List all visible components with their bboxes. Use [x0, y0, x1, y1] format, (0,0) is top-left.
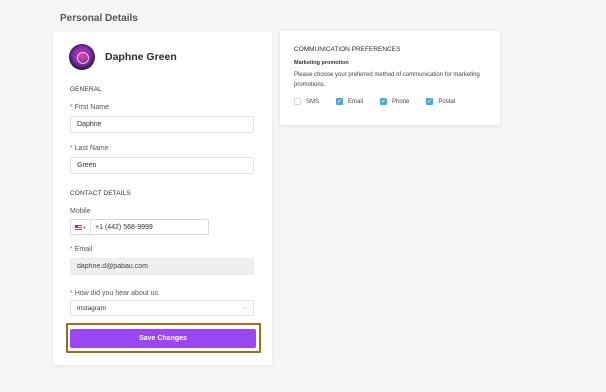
option-email[interactable]: ✓ Email	[336, 98, 363, 105]
communication-options: SMS ✓ Email ✓ Phone ✓ Postal	[294, 98, 472, 105]
avatar[interactable]	[69, 44, 95, 70]
referral-value: Instagram	[77, 304, 106, 312]
checkbox-postal[interactable]: ✓	[426, 98, 434, 105]
mobile-value[interactable]: +1 (442) 568-9999	[91, 224, 153, 231]
country-selector[interactable]: ▼	[71, 220, 91, 234]
save-changes-button[interactable]: Save Changes	[70, 329, 256, 348]
referral-select[interactable]: Instagram ⌵	[70, 300, 254, 316]
required-marker: *	[70, 145, 73, 152]
first-name-label: * First Name	[70, 104, 109, 111]
option-postal[interactable]: ✓ Postal	[426, 98, 455, 105]
profile-name: Daphne Green	[105, 51, 177, 63]
general-heading: GENERAL	[70, 86, 102, 93]
personal-details-card: Daphne Green GENERAL *First Name *Last N…	[53, 32, 272, 365]
checkbox-email[interactable]: ✓	[336, 98, 344, 105]
checkbox-sms[interactable]	[294, 98, 301, 105]
page-title: Personal Details	[60, 13, 138, 24]
option-phone[interactable]: ✓ Phone	[380, 98, 409, 105]
communication-description: Please choose your preferred method of c…	[294, 72, 480, 88]
option-label: Email	[348, 98, 364, 105]
first-name-input[interactable]	[70, 116, 254, 133]
contact-details-heading: CONTACT DETAILS	[70, 190, 131, 197]
email-label: * Email	[70, 246, 93, 253]
required-marker: *	[70, 290, 73, 297]
required-marker: *	[70, 104, 73, 111]
marketing-promotion-subtitle: Marketing promotion	[294, 60, 349, 66]
communication-preferences-card: COMMUNICATION PREFERENCES Marketing prom…	[280, 31, 500, 125]
referral-label: * How did you hear about us	[70, 290, 159, 297]
chevron-down-icon: ⌵	[242, 304, 247, 311]
required-marker: *	[70, 246, 73, 253]
last-name-input[interactable]	[70, 157, 254, 174]
checkbox-phone[interactable]: ✓	[380, 98, 388, 105]
profile-header: Daphne Green	[69, 44, 177, 70]
last-name-label: * Last Name	[70, 145, 109, 152]
mobile-label: Mobile	[70, 208, 91, 215]
mobile-field[interactable]: ▼ +1 (442) 568-9999	[70, 219, 209, 235]
option-label: Postal	[438, 98, 456, 105]
communication-preferences-title: COMMUNICATION PREFERENCES	[294, 46, 401, 53]
email-input[interactable]	[70, 258, 254, 275]
option-label: Phone	[392, 98, 410, 105]
option-sms[interactable]: SMS	[294, 98, 319, 105]
option-label: SMS	[306, 98, 320, 105]
chevron-down-icon: ▼	[82, 224, 87, 230]
us-flag-icon	[74, 224, 82, 230]
